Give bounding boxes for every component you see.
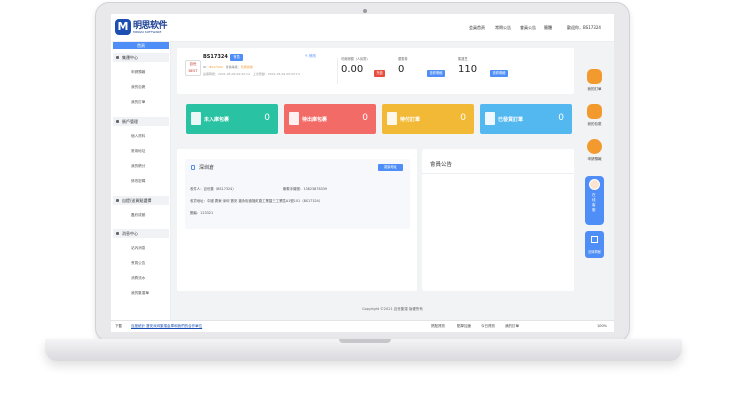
nav-announce[interactable]: 常問公告 — [495, 25, 511, 31]
sidebar-group-pickup[interactable]: 自提/送貨點選擇 — [113, 196, 169, 205]
sidebar-item[interactable]: 我的積分 — [131, 164, 145, 169]
beans-detail-button[interactable]: 查看明細 — [490, 70, 508, 77]
address-postcode: 郵編：123321 — [190, 211, 214, 215]
sidebar-item[interactable]: 站內消息 — [131, 246, 145, 251]
package-icon — [191, 112, 201, 125]
announcement-title: 會員公告 — [430, 162, 453, 168]
beans-label: 集運豆 — [458, 57, 468, 61]
profile-dates: 註冊時間：2021-05-09 09:52:14 上次登錄：2021-05-09… — [203, 72, 300, 76]
sidebar-item[interactable]: 消費流水 — [131, 276, 145, 281]
member-badge: 會員 — [230, 54, 243, 61]
sidebar-group-messages[interactable]: 消息中心 — [113, 229, 169, 238]
sidebar-item[interactable]: 申請預報 — [131, 70, 145, 75]
user-icon — [116, 120, 119, 123]
truck-icon — [485, 112, 495, 125]
quick-reveal[interactable]: 石碌揭秘 — [585, 231, 604, 258]
user-id: BS17324 — [583, 25, 601, 30]
status-item[interactable]: 今日資訊 — [481, 324, 495, 329]
logo[interactable]: M 明思软件 MINGSI SOFTWARE — [115, 18, 175, 38]
grid-icon — [591, 236, 598, 243]
recharge-button[interactable]: 充值 — [374, 70, 385, 77]
address-box — [185, 159, 410, 229]
online-service[interactable]: 在线客服 — [585, 176, 604, 225]
quick-my-packages[interactable]: 我的包裹 — [585, 104, 604, 133]
nav-user[interactable]: 歡迎你，BS17324 — [567, 25, 601, 31]
sidebar-group-account[interactable]: 賬戶管理 — [113, 117, 169, 126]
coupon-detail-button[interactable]: 查看明細 — [427, 70, 445, 77]
sidebar-home-button[interactable]: 首頁 — [113, 42, 169, 49]
wallet-icon — [387, 112, 397, 125]
sidebar-group-shipping[interactable]: 集運中心 — [113, 53, 169, 62]
nav-lang[interactable]: 簡體 — [544, 25, 552, 31]
tile-unpaid-orders[interactable]: 待付訂單 0 — [382, 104, 474, 134]
sidebar-item[interactable]: 我的包裹 — [131, 85, 145, 90]
profile-card: 百世 BEST BS17324 會員 ID：BS17324 會員等級：普通會員 註… — [177, 48, 574, 94]
nav-home[interactable]: 会員首頁 — [469, 25, 485, 31]
tile-pending-outbound[interactable]: 待出庫包裹 0 — [284, 104, 376, 134]
logo-mark-icon: M — [115, 19, 131, 35]
box-icon — [289, 112, 299, 125]
copy-address-button[interactable]: 複製地址 — [378, 164, 403, 171]
sidebar-item[interactable]: 常用地址 — [131, 149, 145, 154]
brand-sub: MINGSI SOFTWARE — [133, 30, 162, 34]
sidebar-item[interactable]: 我的訂單 — [131, 100, 145, 105]
sidebar-item[interactable]: 修改密碼 — [131, 179, 145, 184]
zoom-level[interactable]: 100% — [597, 324, 607, 328]
divider — [337, 58, 338, 84]
status-download[interactable]: 下載 — [115, 324, 122, 329]
address-card: 深圳倉 複製地址 收件人：百世集（BS17324） 聯繫手機號：13823878… — [177, 149, 417, 291]
warehouse-icon — [191, 165, 195, 170]
laptop-notch — [339, 339, 391, 343]
address-street: 收貨地址：中國 廣東 深圳 寶安 福永街道福虹路工業園三工業區A1號101（BS… — [190, 199, 323, 203]
sidebar-item[interactable]: 會員公告 — [131, 261, 145, 266]
sidebar-item[interactable]: 我的集運單 — [131, 291, 149, 296]
status-item[interactable]: 點擊加速 — [457, 324, 471, 329]
beans-value: 110 — [458, 64, 478, 75]
online-service-label: 在线客服 — [592, 193, 596, 212]
status-item[interactable]: 我的訂單 — [505, 324, 519, 329]
address-phone: 聯繫手機號：13823878339 — [283, 187, 328, 191]
coupon-value: 0 — [398, 64, 405, 75]
quick-reveal-label: 石碌揭秘 — [588, 250, 601, 254]
package-icon — [587, 104, 602, 119]
sidebar-item[interactable]: 盡欣成都 — [131, 213, 145, 218]
sidebar-item[interactable]: 個人資料 — [131, 134, 145, 139]
status-bar: 下載 百度統計 寶安深圳集運倉庫和我們的合作單位 熱點資訊 點擊加速 今日資訊 … — [111, 320, 614, 332]
profile-id: BS17324 — [203, 54, 228, 60]
balance-label: 可用餘額（人民幣） — [341, 57, 370, 61]
status-hotspot[interactable]: 熱點資訊 — [431, 324, 445, 329]
screen: M 明思软件 MINGSI SOFTWARE 会員首頁 常問公告 會員公告 簡體… — [111, 14, 614, 332]
tile-not-received[interactable]: 未入庫包裹 0 — [186, 104, 278, 134]
footer-copyright: Copyright ©2021 百世集運 版權所有 — [362, 307, 423, 311]
sidebar: 首頁 集運中心 申請預報 我的包裹 我的訂單 賬戶管理 個人資料 常用地址 我的… — [111, 42, 171, 320]
quick-my-orders[interactable]: 我的訂單 — [585, 69, 604, 98]
divider — [422, 173, 574, 174]
nav-notice[interactable]: 會員公告 — [520, 25, 536, 31]
status-link[interactable]: 百度統計 寶安深圳集運倉庫和我們的合作單位 — [131, 324, 202, 329]
quick-pre-declare[interactable]: 申請預報 — [585, 139, 604, 168]
tile-shipped-orders[interactable]: 已發貨訂單 0 — [480, 104, 572, 134]
warehouse-title: 深圳倉 — [199, 165, 215, 171]
address-recipient: 收件人：百世集（BS17324） — [190, 187, 236, 191]
top-bar: M 明思软件 MINGSI SOFTWARE 会員首頁 常問公告 會員公告 簡體… — [111, 14, 614, 42]
bell-icon — [116, 232, 119, 235]
announcement-card: 會員公告 — [422, 149, 574, 291]
avatar: 百世 BEST — [185, 60, 201, 76]
agent-avatar — [589, 179, 600, 190]
location-icon — [116, 199, 119, 202]
balance-value: 0.00 — [341, 64, 364, 75]
ship-icon — [116, 56, 119, 59]
edit-profile-button[interactable]: ✎ 修改 — [305, 54, 316, 59]
coupon-label: 優惠券 — [398, 57, 408, 61]
user-prefix: 歡迎你， — [567, 25, 583, 30]
profile-code: ID：BS17324 會員等級：普通會員 — [203, 65, 253, 69]
camera — [363, 9, 367, 13]
document-icon — [587, 69, 602, 84]
clock-icon — [587, 139, 602, 154]
